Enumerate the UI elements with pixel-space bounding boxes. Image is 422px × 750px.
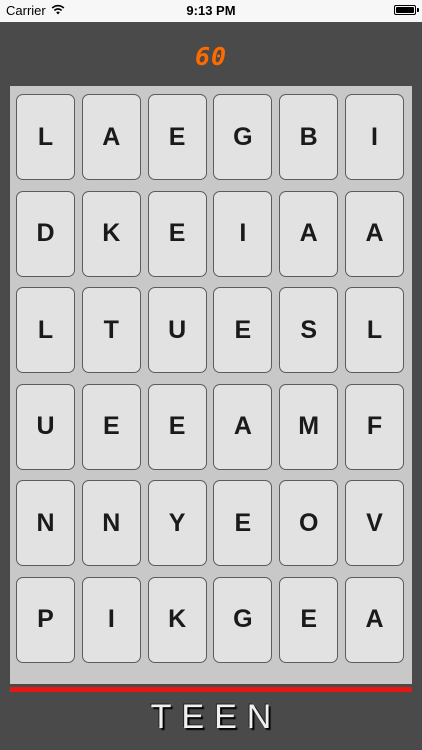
letter-tile[interactable]: L <box>16 287 75 373</box>
letter-tile[interactable]: A <box>345 190 404 277</box>
status-bar: Carrier 9:13 PM <box>0 0 422 22</box>
letter-tile[interactable]: E <box>147 383 207 470</box>
letter-tile[interactable]: U <box>147 287 207 373</box>
countdown-timer: 60 <box>194 42 228 71</box>
letter-tile[interactable]: E <box>147 94 207 180</box>
battery-icon <box>394 5 419 15</box>
game-header: 60 <box>0 22 422 86</box>
letter-tile[interactable]: E <box>213 480 273 566</box>
letter-tile[interactable]: F <box>345 383 404 470</box>
letter-tile[interactable]: T <box>81 287 141 373</box>
status-time: 9:13 PM <box>186 3 236 18</box>
current-word: TEEN <box>150 698 282 736</box>
letter-board: LAEGBIDKEIAALTUESLUEEAMFNNYEOVPIKGEA <box>10 86 412 684</box>
letter-tile[interactable]: K <box>147 576 207 663</box>
letter-tile[interactable]: V <box>345 480 404 566</box>
letter-tile[interactable]: E <box>213 287 273 373</box>
letter-tile[interactable]: N <box>16 480 75 566</box>
time-progress-bar <box>10 687 412 692</box>
letter-tile[interactable]: E <box>279 576 339 663</box>
letter-tile[interactable]: A <box>81 94 141 180</box>
battery-fill <box>396 7 414 13</box>
letter-tile[interactable]: L <box>16 94 75 180</box>
letter-tile[interactable]: B <box>279 94 339 180</box>
letter-tile[interactable]: E <box>147 190 207 277</box>
letter-tile[interactable]: S <box>279 287 339 373</box>
letter-tile[interactable]: I <box>213 190 273 277</box>
letter-tile[interactable]: L <box>345 287 404 373</box>
letter-tile[interactable]: I <box>81 576 141 663</box>
letter-tile[interactable]: M <box>279 383 339 470</box>
letter-tile[interactable]: P <box>16 576 75 663</box>
letter-tile[interactable]: U <box>16 383 75 470</box>
time-progress-fill <box>10 687 412 692</box>
letter-tile[interactable]: G <box>213 576 273 663</box>
letter-tile[interactable]: N <box>81 480 141 566</box>
letter-tile[interactable]: I <box>345 94 404 180</box>
letter-tile[interactable]: E <box>81 383 141 470</box>
letter-tile[interactable]: A <box>213 383 273 470</box>
letter-tile[interactable]: D <box>16 190 75 277</box>
letter-tile[interactable]: K <box>81 190 141 277</box>
letter-tile[interactable]: A <box>345 576 404 663</box>
letter-tile[interactable]: Y <box>147 480 207 566</box>
letter-tile[interactable]: G <box>213 94 273 180</box>
letter-tile[interactable]: A <box>279 190 339 277</box>
letter-tile[interactable]: O <box>279 480 339 566</box>
